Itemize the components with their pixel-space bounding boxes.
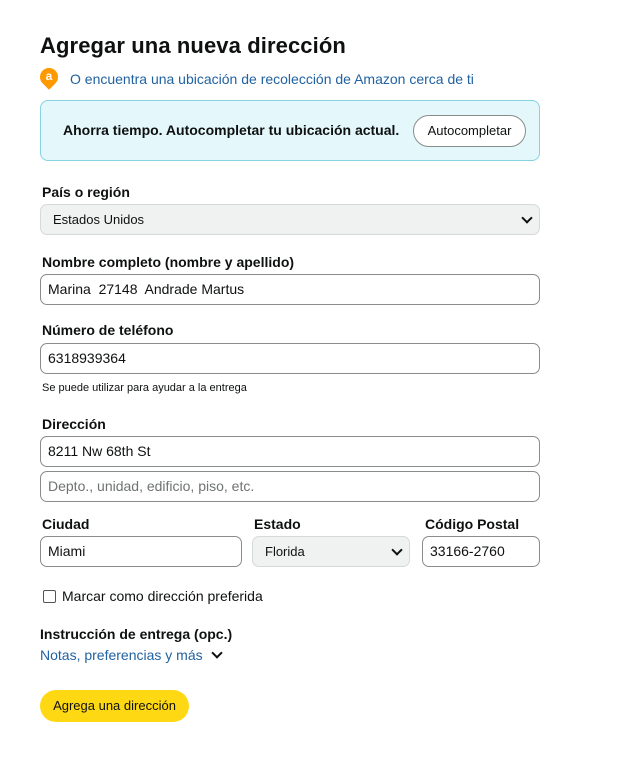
chevron-down-icon	[391, 544, 403, 556]
state-value: Florida	[265, 544, 305, 559]
full-name-label: Nombre completo (nombre y apellido)	[42, 254, 295, 270]
location-pin-icon: a	[36, 64, 62, 90]
state-label: Estado	[254, 516, 301, 532]
postal-input[interactable]: 33166-2760	[422, 536, 540, 567]
phone-hint: Se puede utilizar para ayudar a la entre…	[42, 382, 247, 394]
postal-label: Código Postal	[425, 516, 520, 532]
autofill-button[interactable]: Autocompletar	[413, 115, 526, 147]
delivery-instructions-toggle[interactable]: Notas, preferencias y más	[40, 647, 223, 663]
preferred-address-label: Marcar como dirección preferida	[62, 588, 263, 604]
full-name-input[interactable]: Marina 27148 Andrade Martus	[40, 274, 540, 305]
add-address-button[interactable]: Agrega una dirección	[40, 690, 189, 722]
pickup-location-link[interactable]: O encuentra una ubicación de recolección…	[70, 71, 474, 87]
preferred-address-checkbox[interactable]	[43, 589, 56, 603]
autofill-banner: Ahorra tiempo. Autocompletar tu ubicació…	[40, 100, 540, 161]
address-line2-input[interactable]: Depto., unidad, edificio, piso, etc.	[40, 471, 540, 502]
state-select[interactable]: Florida	[252, 536, 410, 567]
address-line1-input[interactable]: 8211 Nw 68th St	[40, 436, 540, 467]
country-value: Estados Unidos	[53, 212, 145, 227]
country-select[interactable]: Estados Unidos	[40, 204, 540, 235]
delivery-instructions-link[interactable]: Notas, preferencias y más	[40, 647, 203, 663]
city-label: Ciudad	[42, 516, 90, 532]
chevron-down-icon	[521, 212, 533, 224]
autofill-text: Ahorra tiempo. Autocompletar tu ubicació…	[63, 122, 400, 138]
page-title: Agregar una nueva dirección	[40, 33, 346, 58]
address-label: Dirección	[42, 416, 106, 432]
phone-label: Número de teléfono	[42, 322, 174, 338]
chevron-down-icon	[210, 647, 223, 659]
country-label: País o región	[42, 184, 130, 200]
preferred-address-row[interactable]: Marcar como dirección preferida	[43, 588, 263, 604]
delivery-instructions-title: Instrucción de entrega (opc.)	[40, 626, 233, 642]
pickup-location-row[interactable]: a O encuentra una ubicación de recolecci…	[36, 64, 474, 90]
city-input[interactable]: Miami	[40, 536, 242, 567]
phone-input[interactable]: 6318939364	[40, 343, 540, 374]
